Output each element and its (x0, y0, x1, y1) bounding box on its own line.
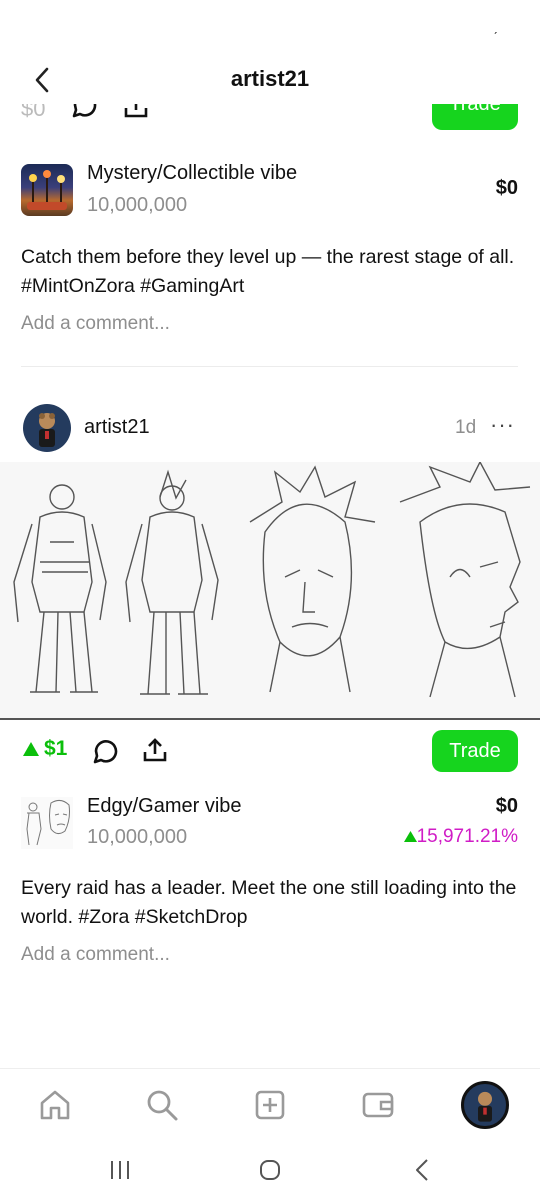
page-title: artist21 (230, 66, 310, 91)
prev-caption: Catch them before they level up — the ra… (21, 246, 515, 297)
status-mark: ˏ (493, 18, 498, 34)
create-icon[interactable] (253, 1088, 287, 1122)
prev-price: $0 (21, 104, 46, 121)
trade-button[interactable]: Trade (432, 730, 518, 772)
home-icon[interactable] (38, 1088, 72, 1122)
coin-supply: 10,000,000 (87, 826, 188, 848)
price-change: $1 (44, 737, 68, 760)
profile-avatar[interactable] (461, 1081, 509, 1129)
prev-coin-thumbnail[interactable] (21, 164, 73, 216)
system-back-icon[interactable] (412, 1158, 432, 1182)
comment-icon[interactable] (91, 736, 121, 766)
avatar[interactable] (23, 404, 71, 452)
share-icon[interactable] (141, 736, 169, 764)
post-time: 1d (455, 417, 477, 438)
coin-value: $0 (495, 795, 518, 817)
search-icon[interactable] (145, 1088, 179, 1122)
post-divider (21, 366, 518, 367)
coin-change: 15,971.21% (416, 826, 518, 847)
home-gesture-icon[interactable] (258, 1158, 282, 1182)
price-up-icon (23, 742, 39, 756)
comment-input[interactable]: Add a comment... (21, 944, 170, 966)
coin-name: Edgy/Gamer vibe (87, 795, 242, 817)
prev-coin-value: $0 (495, 177, 518, 199)
prev-action-row: $0 Trade (0, 104, 540, 134)
coin-thumbnail[interactable] (21, 797, 73, 849)
prev-coin-name: Mystery/Collectible vibe (87, 162, 298, 184)
bottom-nav (0, 1068, 540, 1143)
recents-icon[interactable] (108, 1158, 132, 1182)
prev-coin-supply: 10,000,000 (87, 194, 188, 216)
wallet-icon[interactable] (361, 1088, 395, 1122)
post-author[interactable]: artist21 (84, 416, 150, 439)
share-icon[interactable] (122, 104, 150, 120)
post-caption: Every raid has a leader. Meet the one st… (21, 877, 517, 928)
post-image[interactable] (0, 462, 540, 720)
comment-icon[interactable] (70, 104, 100, 120)
system-nav-bar (0, 1142, 540, 1200)
prev-comment-input[interactable]: Add a comment... (21, 313, 170, 335)
more-options-button[interactable]: ··· (490, 412, 515, 438)
prev-trade-button[interactable]: Trade (432, 104, 518, 130)
